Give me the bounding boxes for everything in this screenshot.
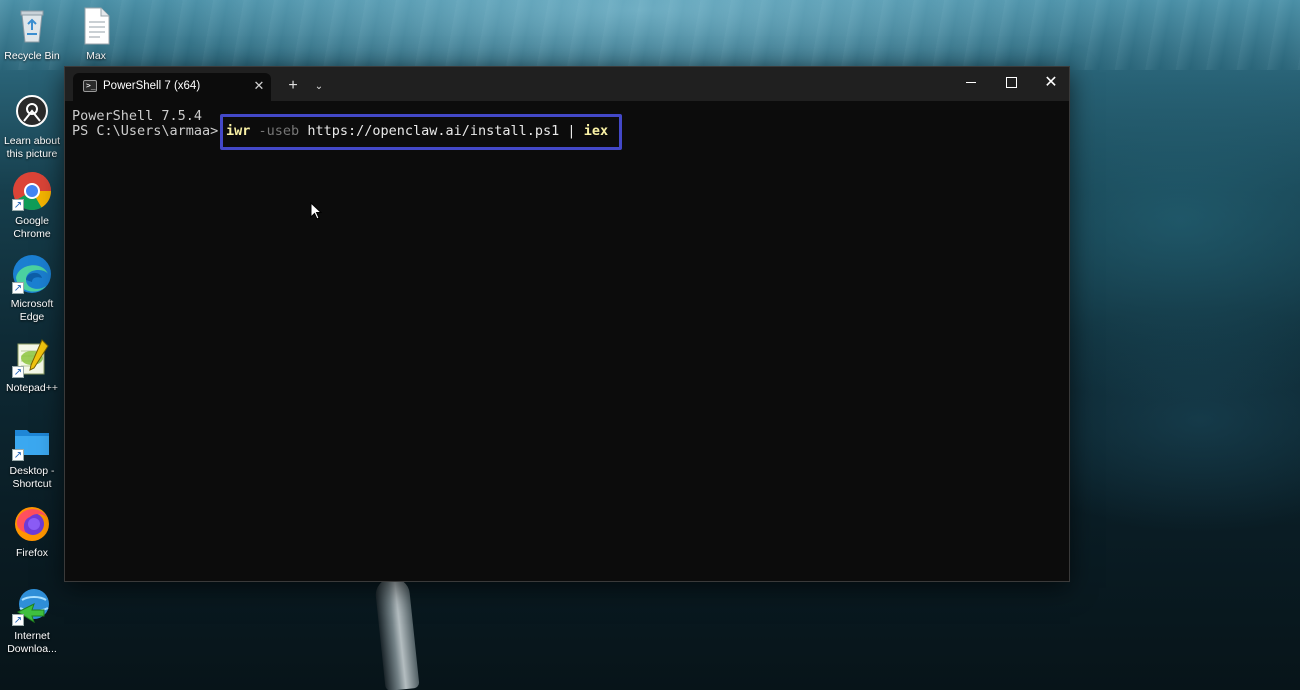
desktop: Recycle Bin Max Learn about this picture xyxy=(0,0,1300,690)
desktop-icon-label: Microsoft Edge xyxy=(10,298,54,323)
window-titlebar[interactable]: >_ PowerShell 7 (x64) ✕ + ⌄ ✕ xyxy=(65,67,1069,101)
edge-icon: ↗ xyxy=(12,254,52,294)
desktop-icon-learn-about-this-picture[interactable]: Learn about this picture xyxy=(0,91,64,161)
notepad-plus-plus-icon: ↗ xyxy=(12,338,52,378)
powershell-terminal-window[interactable]: >_ PowerShell 7 (x64) ✕ + ⌄ ✕ PowerShell… xyxy=(64,66,1070,582)
tab-dropdown-button[interactable]: ⌄ xyxy=(309,77,329,97)
command-pipe: | xyxy=(567,123,576,139)
desktop-icon-label: Notepad++ xyxy=(6,382,58,394)
chrome-icon: ↗ xyxy=(12,171,52,211)
desktop-icon-google-chrome[interactable]: ↗ Google Chrome xyxy=(0,171,64,241)
internet-download-manager-icon: ↗ xyxy=(12,586,52,626)
desktop-icon-label: Desktop - Shortcut xyxy=(9,465,55,490)
desktop-icon-label: Google Chrome xyxy=(13,215,51,240)
desktop-icon-internet-download-manager[interactable]: ↗ Internet Downloa... xyxy=(0,586,64,656)
terminal-output[interactable]: PowerShell 7.5.4 PS C:\Users\armaa> iwr … xyxy=(65,101,1069,581)
desktop-icon-max[interactable]: Max xyxy=(64,6,128,63)
desktop-icon-desktop-shortcut[interactable]: ↗ Desktop - Shortcut xyxy=(0,421,64,491)
desktop-icon-firefox[interactable]: Firefox xyxy=(0,503,64,560)
desktop-icon-label: Learn about this picture xyxy=(3,135,61,160)
document-icon xyxy=(76,6,116,46)
tab-powershell[interactable]: >_ PowerShell 7 (x64) ✕ xyxy=(73,73,271,101)
mouse-cursor-icon xyxy=(310,202,322,220)
close-window-button[interactable]: ✕ xyxy=(1031,67,1071,99)
command-url: https://openclaw.ai/install.ps1 xyxy=(307,123,560,139)
powershell-icon: >_ xyxy=(83,80,97,92)
prompt: PS C:\Users\armaa> xyxy=(72,123,219,139)
maximize-icon xyxy=(1005,77,1017,89)
close-icon: ✕ xyxy=(1044,74,1058,91)
shortcut-arrow-icon: ↗ xyxy=(12,614,24,626)
tab-title: PowerShell 7 (x64) xyxy=(103,80,201,92)
desktop-icon-label: Firefox xyxy=(15,547,49,559)
shortcut-arrow-icon: ↗ xyxy=(12,282,24,294)
tab-close-button[interactable]: ✕ xyxy=(251,78,267,94)
camera-icon xyxy=(12,91,52,131)
command-line[interactable]: iwr -useb https://openclaw.ai/install.ps… xyxy=(226,123,608,139)
minimize-icon xyxy=(966,82,976,84)
recycle-bin-icon xyxy=(12,6,52,46)
minimize-button[interactable] xyxy=(951,67,991,99)
shortcut-arrow-icon: ↗ xyxy=(12,199,24,211)
wallpaper-water-surface xyxy=(0,0,1300,70)
command-keyword: iwr xyxy=(226,123,251,139)
desktop-icon-microsoft-edge[interactable]: ↗ Microsoft Edge xyxy=(0,254,64,324)
desktop-icon-label: Recycle Bin xyxy=(4,50,60,62)
desktop-icon-label: Internet Downloa... xyxy=(7,630,57,655)
wallpaper-tentacle xyxy=(374,576,420,690)
folder-icon: ↗ xyxy=(12,421,52,461)
maximize-button[interactable] xyxy=(991,67,1031,99)
shortcut-arrow-icon: ↗ xyxy=(12,449,24,461)
firefox-icon xyxy=(12,503,52,543)
desktop-icon-recycle-bin[interactable]: Recycle Bin xyxy=(0,6,64,63)
desktop-icon-label: Max xyxy=(86,50,106,62)
command-parameter: -useb xyxy=(258,123,300,139)
command-pipe-target: iex xyxy=(583,123,609,139)
shortcut-arrow-icon: ↗ xyxy=(12,366,24,378)
new-tab-button[interactable]: + xyxy=(283,76,303,96)
desktop-icon-notepad-plus-plus[interactable]: ↗ Notepad++ xyxy=(0,338,64,395)
powershell-version-line: PowerShell 7.5.4 xyxy=(72,108,203,124)
